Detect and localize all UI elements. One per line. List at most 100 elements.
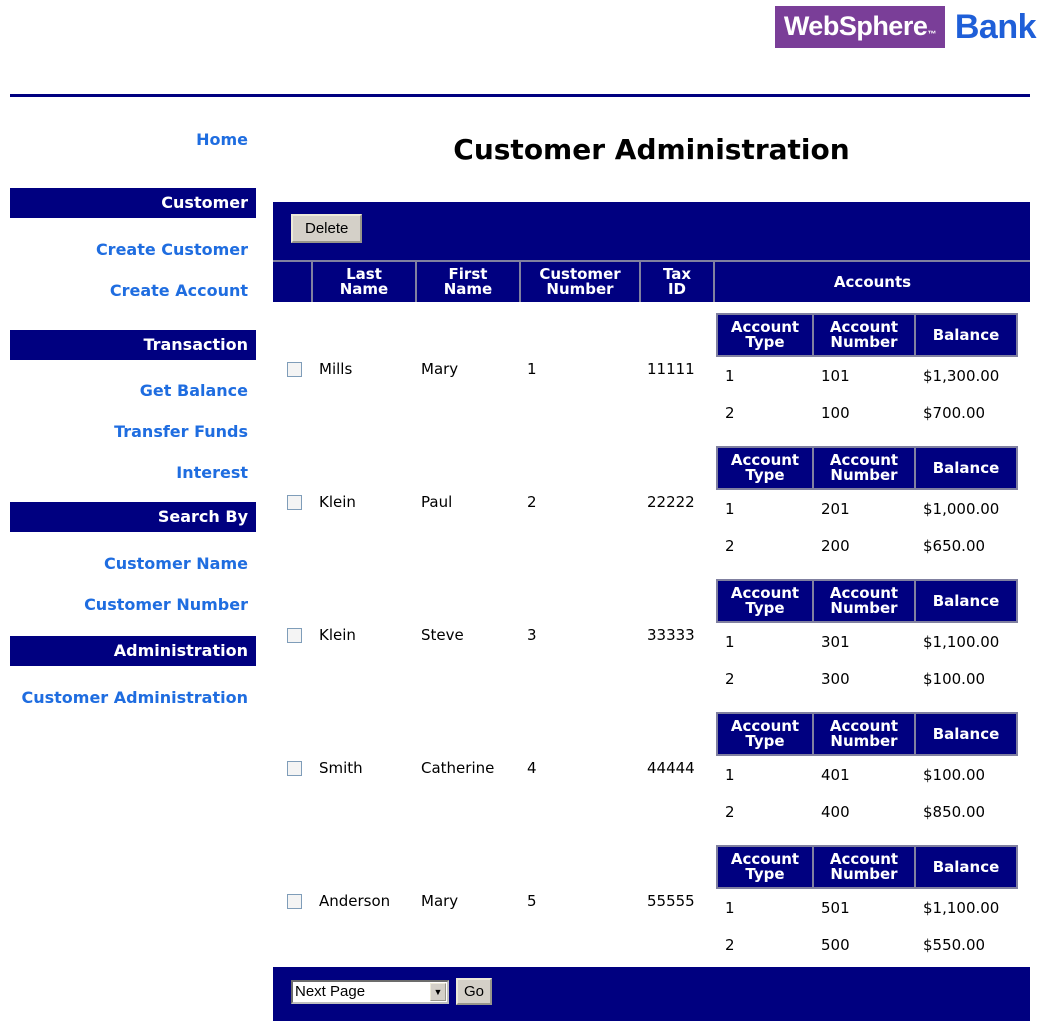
logo-websphere: WebSphere™ <box>774 6 945 48</box>
header-first-name: First Name <box>417 262 521 302</box>
acc-header-number-line2: Number <box>830 333 898 351</box>
nav-create-account-link[interactable]: Create Account <box>10 281 256 301</box>
table-row: Anderson Mary 5 55555 Account Type Account Nu… <box>273 834 1030 967</box>
nav-create-customer-link[interactable]: Create Customer <box>10 240 256 260</box>
cell-customer-number: 5 <box>527 892 537 910</box>
header-accounts: Accounts <box>833 272 912 291</box>
row-select-checkbox[interactable] <box>287 362 302 377</box>
acc-cell-type: 1 <box>725 366 735 385</box>
acc-cell-balance: $650.00 <box>923 536 986 555</box>
acc-cell-number: 400 <box>821 802 850 821</box>
row-select-checkbox[interactable] <box>287 894 302 909</box>
acc-header-balance: Balance <box>914 446 1018 490</box>
cell-tax-id: 22222 <box>647 493 695 511</box>
acc-header-type-line2: Type <box>745 599 785 617</box>
acc-cell-type: 1 <box>725 898 735 917</box>
nav-get-balance-link[interactable]: Get Balance <box>10 381 256 401</box>
header-divider <box>10 94 1030 97</box>
header-customer-number: Customer Number <box>521 262 641 302</box>
acc-cell-balance: $550.00 <box>923 935 986 954</box>
delete-button[interactable]: Delete <box>291 214 363 243</box>
acc-header-balance: Balance <box>914 313 1018 357</box>
accounts-table: Account Type Account Number Balance 1 501 … <box>716 845 1018 963</box>
account-row: 2 300 $100.00 <box>717 660 1017 697</box>
table-row: Mills Mary 1 11111 Account Type Account Numbe… <box>273 302 1030 435</box>
account-row: 2 400 $850.00 <box>717 793 1017 830</box>
header-first-name-line2: Name <box>443 280 493 298</box>
account-row: 2 100 $700.00 <box>717 394 1017 431</box>
acc-header-type-line2: Type <box>745 865 785 883</box>
acc-header-number-line2: Number <box>830 599 898 617</box>
acc-header-type-line2: Type <box>745 732 785 750</box>
accounts-table: Account Type Account Number Balance 1 301 … <box>716 579 1018 697</box>
nav-customer-number-link[interactable]: Customer Number <box>10 595 256 615</box>
acc-header-number: Account Number <box>812 712 916 756</box>
acc-cell-balance: $1,100.00 <box>923 898 1000 917</box>
accounts-table: Account Type Account Number Balance 1 201 … <box>716 446 1018 564</box>
header-tax-id-line2: ID <box>667 280 687 298</box>
nav-home-link[interactable]: Home <box>10 130 256 150</box>
websphere-bank-logo: WebSphere™ Bank <box>774 2 1037 52</box>
nav-interest-link[interactable]: Interest <box>10 463 256 483</box>
acc-cell-type: 2 <box>725 935 735 954</box>
acc-cell-type: 1 <box>725 765 735 784</box>
acc-header-type-line2: Type <box>745 466 785 484</box>
account-row: 1 501 $1,100.00 <box>717 888 1017 926</box>
nav-transfer-funds-link[interactable]: Transfer Funds <box>10 422 256 442</box>
nav-customer-name-link[interactable]: Customer Name <box>10 554 256 574</box>
nav-section-customer: Customer <box>10 188 256 218</box>
cell-tax-id: 55555 <box>647 892 695 910</box>
account-row: 1 401 $100.00 <box>717 755 1017 793</box>
acc-header-balance: Balance <box>914 579 1018 623</box>
page-title: Customer Administration <box>453 133 850 166</box>
row-select-checkbox[interactable] <box>287 628 302 643</box>
acc-cell-balance: $100.00 <box>923 669 986 688</box>
acc-cell-balance: $850.00 <box>923 802 986 821</box>
acc-header-type: Account Type <box>716 845 814 889</box>
acc-cell-balance: $1,000.00 <box>923 499 1000 518</box>
nav-section-transaction: Transaction <box>10 330 256 360</box>
logo-websphere-text: WebSphere <box>783 11 928 41</box>
header-customer-number-line2: Number <box>546 280 614 298</box>
cell-customer-number: 3 <box>527 626 537 644</box>
header-last-name-line2: Name <box>339 280 389 298</box>
acc-cell-type: 2 <box>725 536 735 555</box>
row-select-checkbox[interactable] <box>287 761 302 776</box>
account-row: 2 500 $550.00 <box>717 926 1017 963</box>
acc-header-number-line2: Number <box>830 865 898 883</box>
cell-last-name: Klein <box>319 493 356 511</box>
header-checkbox-col <box>273 262 313 302</box>
cell-first-name: Paul <box>421 493 453 511</box>
acc-header-number: Account Number <box>812 579 916 623</box>
cell-tax-id: 33333 <box>647 626 695 644</box>
header-last-name: Last Name <box>313 262 417 302</box>
account-row: 1 101 $1,300.00 <box>717 356 1017 394</box>
sidebar: Home Customer Create Customer Create Acc… <box>10 130 256 708</box>
acc-cell-type: 2 <box>725 802 735 821</box>
acc-cell-balance: $700.00 <box>923 403 986 422</box>
cell-first-name: Catherine <box>421 759 495 777</box>
acc-cell-number: 501 <box>821 898 850 917</box>
nav-customer-administration-link[interactable]: Customer Administration <box>10 688 256 708</box>
account-row: 1 301 $1,100.00 <box>717 622 1017 660</box>
page-select[interactable]: Next Page ▼ <box>291 980 449 1004</box>
page-select-value: Next Page <box>295 983 366 1000</box>
acc-header-type: Account Type <box>716 446 814 490</box>
accounts-table: Account Type Account Number Balance 1 401 … <box>716 712 1018 830</box>
row-select-checkbox[interactable] <box>287 495 302 510</box>
customer-table-panel: Delete Last Name First Name Customer Number… <box>273 202 1030 1021</box>
acc-cell-type: 2 <box>725 669 735 688</box>
acc-header-number: Account Number <box>812 446 916 490</box>
acc-header-type-line2: Type <box>745 333 785 351</box>
dropdown-arrow-icon[interactable]: ▼ <box>430 983 446 1001</box>
acc-cell-type: 2 <box>725 403 735 422</box>
cell-tax-id: 11111 <box>647 360 695 378</box>
acc-cell-balance: $100.00 <box>923 765 986 784</box>
table-row: Smith Catherine 4 44444 Account Type Account… <box>273 701 1030 834</box>
nav-section-administration: Administration <box>10 636 256 666</box>
table-header: Last Name First Name Customer Number Tax ID … <box>273 260 1030 302</box>
acc-header-number: Account Number <box>812 845 916 889</box>
acc-header-number-line2: Number <box>830 732 898 750</box>
acc-cell-number: 100 <box>821 403 850 422</box>
go-button[interactable]: Go <box>456 978 493 1005</box>
